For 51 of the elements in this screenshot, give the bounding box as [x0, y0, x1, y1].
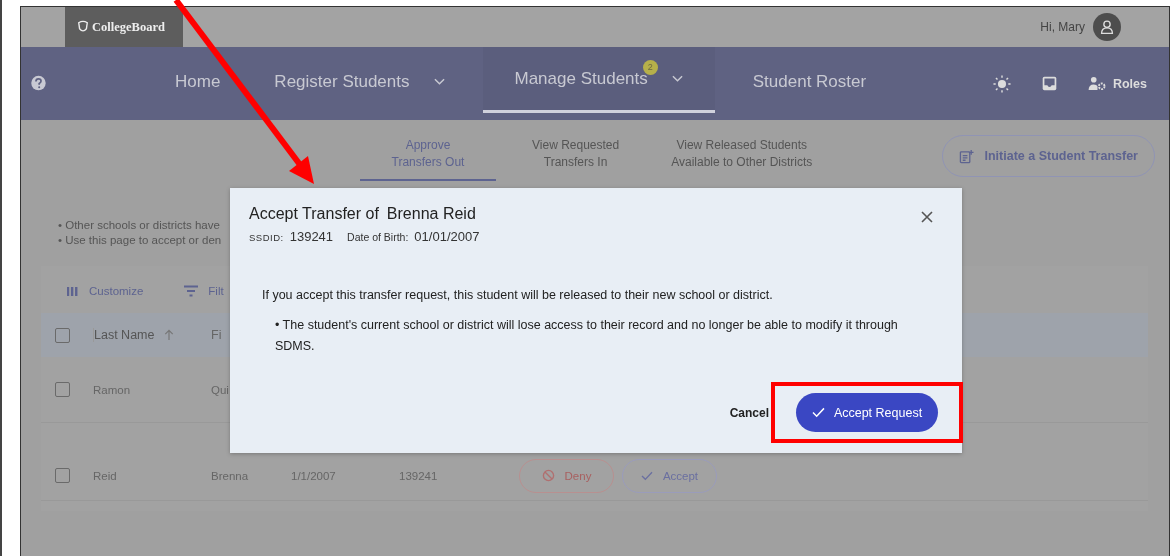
table-cell: Brenna	[211, 469, 249, 482]
notification-badge: 2	[642, 59, 658, 75]
chevron-down-icon[interactable]	[671, 74, 683, 83]
nav-tab[interactable]: Student Roster	[736, 47, 883, 120]
help-icon[interactable]	[30, 75, 47, 92]
filter-icon	[183, 285, 200, 297]
sub-tab[interactable]: View Released Students Available to Other Districts	[655, 135, 829, 181]
dob-value: 01/01/2007	[414, 229, 480, 244]
dialog-message: If you accept this transfer request, this student will be released to their new school or district.	[262, 288, 774, 302]
nav-tab[interactable]: Register Students	[258, 47, 461, 120]
chevron-down-icon[interactable]	[433, 78, 445, 86]
column-header[interactable]: Last Name	[94, 328, 155, 342]
ssdid-value: 139241	[289, 229, 334, 244]
avatar-icon[interactable]	[1093, 13, 1121, 41]
logo-text: CollegeBoard	[92, 19, 165, 35]
check-icon	[811, 407, 825, 418]
table-cell: 1/1/2007	[291, 469, 336, 482]
roles-icon	[1087, 76, 1107, 91]
sub-tab[interactable]: Approve Transfers Out	[360, 135, 496, 181]
table-cell: Ramon	[93, 383, 131, 396]
accept-request-button[interactable]: Accept Request	[796, 393, 938, 432]
close-icon[interactable]	[921, 211, 933, 223]
blocked-icon	[541, 469, 555, 482]
sun-icon[interactable]	[992, 74, 1011, 93]
roles-button[interactable]: Roles	[1087, 76, 1147, 91]
info-note: • Other schools or districts have	[58, 218, 220, 233]
dialog-bullet: • The student's current school or district will lose access to their record and no longer be able to modify it through SDMS.	[275, 317, 899, 355]
info-note: • Use this page to accept or den	[58, 233, 222, 248]
customize-button[interactable]: Customize	[67, 283, 144, 299]
dob-label: Date of Birth:	[347, 231, 409, 243]
nav-tab[interactable]: Home	[159, 47, 237, 120]
checkbox[interactable]	[55, 468, 70, 483]
logo[interactable]: CollegeBoard	[65, 7, 183, 47]
filter-button[interactable]: Filt	[183, 283, 224, 299]
add-document-icon	[959, 148, 975, 164]
table-cell: 139241	[399, 469, 438, 482]
ssdid-label: SSDID:	[249, 232, 284, 243]
check-icon	[640, 470, 653, 481]
table-cell: Qui	[211, 383, 229, 396]
table-cell: Reid	[93, 469, 117, 482]
inbox-icon[interactable]	[1040, 75, 1058, 92]
greeting: Hi, Mary	[1040, 20, 1085, 34]
dialog-title: Accept Transfer of	[249, 205, 379, 223]
cancel-button[interactable]: Cancel	[729, 405, 769, 420]
student-name: Brenna Reid	[386, 205, 476, 223]
sub-tab[interactable]: View Requested Transfers In	[516, 135, 636, 181]
columns-icon	[67, 285, 80, 297]
shield-icon	[77, 20, 89, 34]
checkbox[interactable]	[55, 382, 70, 397]
column-header[interactable]: Fi	[211, 328, 222, 342]
checkbox[interactable]	[55, 327, 70, 343]
